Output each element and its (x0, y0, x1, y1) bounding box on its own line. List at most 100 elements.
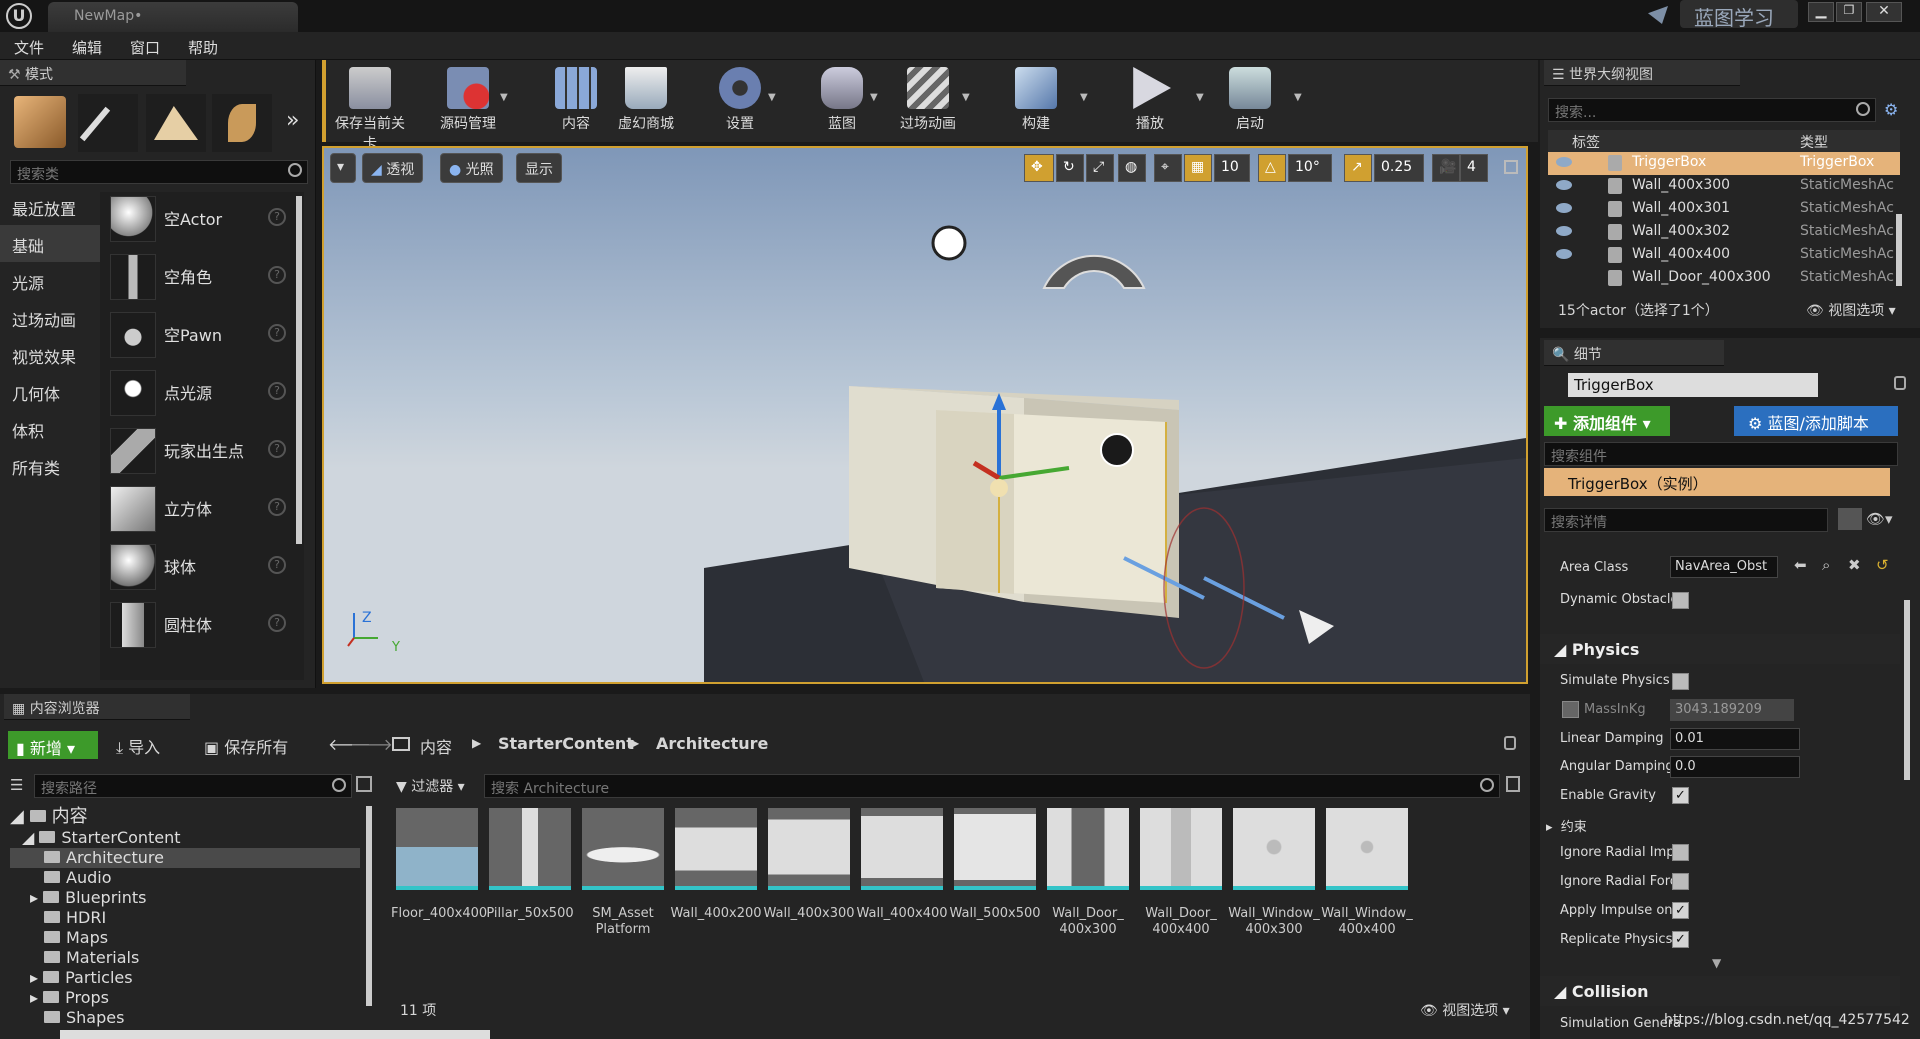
linear-damping-input[interactable]: 0.01 (1670, 728, 1800, 750)
asset-thumbnail[interactable] (768, 808, 850, 890)
outliner-row[interactable]: Wall_400x400 StaticMeshAc (1548, 244, 1900, 267)
play-button[interactable]: 播放 (1110, 62, 1190, 140)
tree-particles[interactable]: ▸ Particles (30, 968, 133, 988)
area-class-dropdown[interactable]: NavArea_Obst (1670, 556, 1778, 578)
outliner-view-options[interactable]: 👁 视图选项 ▾ (1806, 300, 1896, 320)
visibility-eye-icon[interactable] (1556, 249, 1572, 259)
chevron-down-icon[interactable]: ▼ (962, 92, 970, 103)
launch-button[interactable]: 启动 (1210, 62, 1290, 140)
outliner-row[interactable]: Wall_400x302 StaticMeshAc (1548, 221, 1900, 244)
content-button[interactable]: 内容 (536, 62, 616, 140)
filter-button[interactable]: ▼ 过滤器 ▾ (396, 776, 465, 796)
blueprint-add-script-button[interactable]: ⚙ 蓝图/添加脚本 (1734, 406, 1898, 436)
column-label[interactable]: 标签 (1572, 132, 1600, 152)
place-list-scrollbar[interactable] (296, 196, 302, 544)
tree-props[interactable]: ▸ Props (30, 988, 109, 1008)
advanced-expand-icon[interactable]: ▼ (1712, 956, 1721, 970)
build-button[interactable]: 构建 (996, 62, 1076, 140)
outliner-row[interactable]: TriggerBox TriggerBox (1548, 152, 1900, 175)
outliner-row[interactable]: Wall_400x300 StaticMeshAc (1548, 175, 1900, 198)
category-geometry[interactable]: 几何体 (0, 373, 100, 410)
save-all-button[interactable]: ▣ 保存所有 (204, 734, 288, 758)
maximize-button[interactable]: ❐ (1836, 2, 1862, 22)
search-icon[interactable]: ⌕ (1822, 556, 1830, 574)
visibility-eye-icon[interactable] (1556, 180, 1572, 190)
level-viewport[interactable] (322, 146, 1528, 684)
enable-gravity-checkbox[interactable]: ✓ (1672, 787, 1689, 804)
tree-hdri[interactable]: HDRI (44, 908, 106, 928)
translate-tool[interactable]: ✥ (1024, 154, 1054, 182)
constraints-label[interactable]: ▸ 约束 (1546, 816, 1587, 835)
menu-window[interactable]: 窗口 (116, 32, 174, 63)
tree-options-icon[interactable] (356, 776, 372, 792)
asset-thumbnail[interactable] (489, 808, 571, 890)
surface-snap-toggle[interactable]: ⌖ (1154, 154, 1182, 182)
source-control-button[interactable]: 源码管理 (428, 62, 508, 140)
place-item-point-light[interactable]: 点光源? (110, 366, 290, 420)
category-recent[interactable]: 最近放置 (0, 188, 100, 225)
collision-section[interactable]: ◢ Collision (1540, 976, 1900, 1006)
place-item-cylinder[interactable]: 圆柱体? (110, 598, 290, 652)
outliner-scrollbar[interactable] (1896, 214, 1902, 286)
tree-materials[interactable]: Materials (44, 948, 139, 968)
minimize-button[interactable]: ▁ (1808, 2, 1834, 22)
tree-maps[interactable]: Maps (44, 928, 108, 948)
ignore-radial-force-checkbox[interactable] (1672, 873, 1689, 890)
tree-shapes[interactable]: Shapes (44, 1008, 124, 1028)
clear-icon[interactable]: ✖ (1848, 556, 1861, 574)
asset-thumbnail[interactable] (1047, 808, 1129, 890)
category-basic[interactable]: 基础 (0, 225, 100, 262)
viewport-options-button[interactable]: ▾ (330, 153, 356, 183)
physics-section[interactable]: ◢ Physics (1540, 634, 1900, 664)
place-item-empty-character[interactable]: 空角色? (110, 250, 290, 304)
component-instance-row[interactable]: TriggerBox（实例） (1544, 468, 1890, 496)
show-button[interactable]: 显示 (516, 153, 562, 183)
search-components-input[interactable]: 搜索组件 (1544, 442, 1898, 466)
scale-snap-value[interactable]: 0.25 (1374, 154, 1424, 182)
rotate-tool[interactable]: ↻ (1056, 154, 1084, 182)
lock-icon[interactable] (1894, 376, 1906, 390)
place-item-sphere[interactable]: 球体? (110, 540, 290, 594)
browse-back-icon[interactable]: ⬅ (1794, 556, 1807, 574)
eye-options-icon[interactable]: 👁▾ (1866, 510, 1893, 528)
place-item-cube[interactable]: 立方体? (110, 482, 290, 536)
outliner-row[interactable]: Wall_Door_400x300 StaticMeshAc (1548, 267, 1900, 290)
place-item-empty-pawn[interactable]: 空Pawn? (110, 308, 290, 362)
chevron-down-icon[interactable]: ▼ (768, 92, 776, 103)
asset-thumbnail[interactable] (582, 808, 664, 890)
search-details-input[interactable]: 搜索详情 (1544, 508, 1828, 532)
category-lights[interactable]: 光源 (0, 262, 100, 299)
mode-landscape-icon[interactable] (146, 94, 206, 152)
grid-snap-value[interactable]: 10 (1214, 154, 1250, 182)
asset-thumbnail[interactable] (954, 808, 1036, 890)
tree-blueprints[interactable]: ▸ Blueprints (30, 888, 146, 908)
place-item-player-start[interactable]: 玩家出生点? (110, 424, 290, 478)
import-button[interactable]: ⤓ 导入 (116, 734, 160, 758)
feedback-icon[interactable] (1648, 6, 1668, 24)
menu-edit[interactable]: 编辑 (58, 32, 116, 63)
apply-impulse-checkbox[interactable]: ✓ (1672, 902, 1689, 919)
scale-tool[interactable]: ⤢ (1086, 154, 1114, 182)
asset-thumbnail[interactable] (396, 808, 478, 890)
angular-damping-input[interactable]: 0.0 (1670, 756, 1800, 778)
breadcrumb-starter-content[interactable]: StarterContent (498, 734, 634, 753)
simulate-physics-checkbox[interactable] (1672, 673, 1689, 690)
scale-snap-toggle[interactable]: ↗ (1344, 154, 1372, 182)
details-scrollbar[interactable] (1904, 600, 1910, 780)
actor-name-input[interactable]: TriggerBox (1568, 373, 1818, 397)
camera-speed-icon[interactable]: 🎥 (1432, 154, 1460, 182)
category-visual-effects[interactable]: 视觉效果 (0, 336, 100, 373)
asset-thumbnail[interactable] (1233, 808, 1315, 890)
tree-architecture[interactable]: Architecture (10, 848, 360, 868)
chevron-down-icon[interactable]: ▼ (1196, 92, 1204, 103)
rotation-snap-toggle[interactable]: △ (1258, 154, 1286, 182)
tree-starter-content[interactable]: ◢ StarterContent (22, 828, 181, 848)
breadcrumb-architecture[interactable]: Architecture (656, 734, 768, 753)
asset-thumbnail[interactable] (1326, 808, 1408, 890)
asset-thumbnail[interactable] (675, 808, 757, 890)
tree-audio[interactable]: Audio (44, 868, 111, 888)
tree-root[interactable]: ◢ 内容 (10, 802, 88, 827)
chevron-down-icon[interactable]: ▼ (1294, 92, 1302, 103)
lock-icon[interactable] (1504, 736, 1516, 750)
save-search-icon[interactable] (1506, 776, 1520, 792)
